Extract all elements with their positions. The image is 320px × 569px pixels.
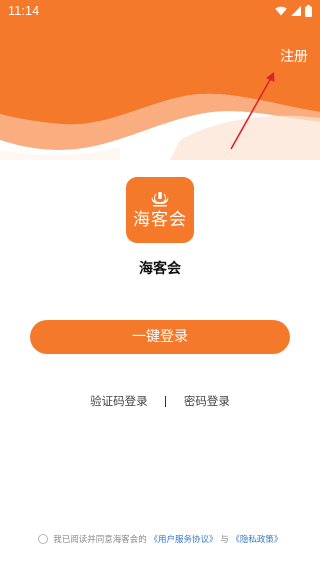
status-bar: 11:14 <box>0 0 320 24</box>
header-wave-background <box>0 0 320 160</box>
agreement-row: 我已阅读并同意海客会的 《用户服务协议》 与 《隐私政策》 <box>0 533 320 545</box>
lighthouse-emblem-icon <box>151 192 169 207</box>
agreement-radio[interactable] <box>37 534 48 544</box>
password-login-link[interactable]: 密码登录 <box>184 393 230 409</box>
status-time: 11:14 <box>8 4 40 18</box>
sms-code-login-link[interactable]: 验证码登录 <box>90 393 148 409</box>
login-screen: 11:14 注册 海客会 海客会 一键登录 验证码登录 密码登录 我已阅读并同意… <box>0 0 320 569</box>
app-logo: 海客会 <box>126 177 194 243</box>
logo-text: 海客会 <box>133 210 187 230</box>
agreement-conjunction: 与 <box>220 535 229 545</box>
privacy-policy-link[interactable]: 《隐私政策》 <box>231 535 282 545</box>
signal-icon <box>291 6 301 16</box>
agreement-prefix: 我已阅读并同意海客会的 <box>53 535 147 545</box>
status-icons <box>275 5 312 17</box>
register-link[interactable]: 注册 <box>280 46 308 66</box>
wifi-icon <box>275 6 287 16</box>
app-name: 海客会 <box>139 261 181 277</box>
user-agreement-link[interactable]: 《用户服务协议》 <box>149 535 217 545</box>
one-click-login-button[interactable]: 一键登录 <box>30 320 290 354</box>
battery-icon <box>305 5 312 17</box>
alternative-login-options: 验证码登录 密码登录 <box>0 393 320 409</box>
login-options-divider <box>165 395 167 407</box>
